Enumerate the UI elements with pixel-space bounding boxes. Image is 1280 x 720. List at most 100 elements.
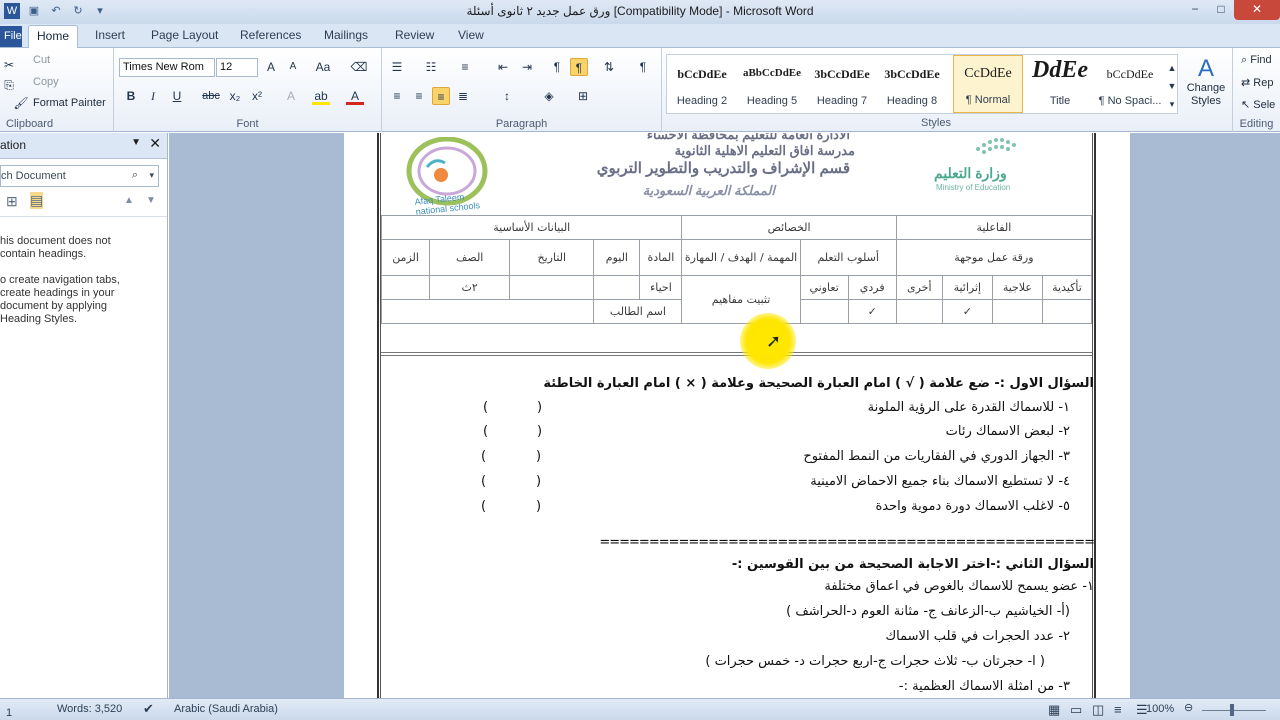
decrease-indent-icon[interactable]: ⇤ (494, 58, 512, 76)
style-heading-2[interactable]: bCcDdEe Heading 2 (667, 55, 737, 113)
page-thumbnails-icon[interactable]: ⊞ (6, 193, 18, 210)
tab-home[interactable]: Home (28, 25, 79, 49)
style-name: Heading 2 (676, 95, 728, 107)
font-color-icon[interactable]: A (346, 87, 364, 105)
text-effects-icon[interactable]: A (282, 87, 300, 105)
search-icon[interactable]: ⌕ (132, 169, 138, 182)
grow-font-icon[interactable]: A (262, 58, 280, 76)
replace-button[interactable]: ⇄ Rep (1241, 76, 1273, 89)
tab-references[interactable]: References (240, 28, 301, 42)
tab-file[interactable]: File (0, 26, 22, 47)
rtl-icon[interactable]: ¶ (570, 58, 588, 76)
style-normal[interactable]: CcDdEe ¶ Normal (953, 55, 1023, 113)
section-divider-2 (381, 355, 1092, 356)
tab-view[interactable]: View (458, 28, 484, 42)
cell-date-value (509, 275, 595, 300)
q1-paren-close-3: ) (481, 449, 487, 464)
line-spacing-icon[interactable]: ↕ (498, 87, 516, 105)
style-title[interactable]: DdEe Title (1025, 55, 1095, 113)
ltr-icon[interactable]: ¶ (548, 58, 566, 76)
underline-icon[interactable]: U (168, 87, 186, 105)
style-name: ¶ Normal (965, 94, 1011, 106)
print-layout-icon[interactable]: ▦ (1048, 702, 1060, 718)
font-name-select[interactable]: Times New Rom (119, 58, 215, 77)
search-results-icon[interactable]: ▤ (30, 192, 44, 209)
clear-format-icon[interactable]: ⌫ (350, 58, 368, 76)
shading-icon[interactable]: ◈ (540, 87, 558, 105)
zoom-slider[interactable] (1202, 710, 1266, 711)
align-right-icon[interactable]: ≡ (432, 87, 450, 105)
style-name: Heading 5 (746, 95, 798, 107)
cell-grade: الصف (429, 239, 511, 276)
style-name: Heading 7 (816, 95, 868, 107)
tab-insert[interactable]: Insert (95, 28, 125, 42)
zoom-out-icon[interactable]: ⊖ (1184, 701, 1193, 714)
full-screen-icon[interactable]: ▭ (1070, 702, 1082, 718)
document-page[interactable]: Afaq Taleem national schools الادارة الع… (344, 133, 1130, 698)
style-no-spacing[interactable]: bCcDdEe ¶ No Spaci... (1095, 55, 1165, 113)
styles-more-icon[interactable]: ▾ (1163, 95, 1181, 113)
close-pane-icon[interactable]: ✕ (149, 135, 161, 152)
styles-scroll-up-icon[interactable]: ▲ (1163, 59, 1181, 77)
copy-button[interactable]: Copy (33, 76, 59, 88)
minimize-button[interactable]: − (1182, 0, 1208, 20)
strikethrough-icon[interactable]: abc (202, 87, 220, 105)
cut-button[interactable]: Cut (33, 54, 50, 66)
q1-paren-open-4: ( (536, 474, 542, 489)
format-painter-button[interactable]: Format Painter (33, 97, 106, 109)
zoom-slider-handle[interactable] (1230, 704, 1234, 716)
previous-result-icon[interactable]: ▲ (124, 195, 134, 206)
styles-scroll-down-icon[interactable]: ▼ (1163, 77, 1181, 95)
style-heading-5[interactable]: aBbCcDdEe Heading 5 (737, 55, 807, 113)
justify-icon[interactable]: ≣ (454, 87, 472, 105)
zoom-level[interactable]: 100% (1146, 703, 1174, 715)
cell-check-confirm (1041, 299, 1093, 324)
sort-icon[interactable]: ⇅ (600, 58, 618, 76)
proofing-icon[interactable]: ✔ (143, 701, 154, 717)
copy-icon: ⎘ (4, 78, 14, 92)
bullets-icon[interactable]: ☰ (388, 58, 406, 76)
maximize-button[interactable]: □ (1208, 0, 1234, 20)
change-case-icon[interactable]: Aa (314, 58, 332, 76)
select-label: Sele (1253, 99, 1276, 111)
next-result-icon[interactable]: ▼ (146, 195, 156, 206)
q1-item-3: ٣- الجهاز الدوري في الفقاريات من النمط ا… (803, 449, 1070, 464)
show-marks-icon[interactable]: ¶ (634, 58, 652, 76)
italic-icon[interactable]: I (144, 87, 162, 105)
style-preview: bCcDdEe (1106, 67, 1154, 81)
window-title: ورق عمل جديد ٢ ثانوى أسئلة [Compatibilit… (466, 4, 814, 18)
word-count[interactable]: Words: 3,520 (57, 703, 122, 715)
tab-page-layout[interactable]: Page Layout (151, 28, 218, 42)
outline-icon[interactable]: ≡ (1114, 702, 1122, 717)
search-dropdown-icon[interactable]: ▾ (149, 170, 154, 181)
highlight-icon[interactable]: ab (312, 87, 330, 105)
style-name: Heading 8 (886, 95, 938, 107)
search-document-input[interactable]: ch Document ⌕ ▾ (0, 165, 159, 187)
tab-review[interactable]: Review (395, 28, 434, 42)
select-button[interactable]: ↖ Sele (1241, 98, 1275, 111)
superscript-icon[interactable]: x² (248, 87, 266, 105)
pane-options-icon[interactable]: ▼ (131, 137, 141, 148)
select-icon: ↖ (1241, 99, 1254, 111)
tab-mailings[interactable]: Mailings (324, 28, 368, 42)
style-heading-7[interactable]: 3bCcDdEe Heading 7 (807, 55, 877, 113)
cell-task: المهمة / الهدف / المهارة (681, 239, 801, 276)
bold-icon[interactable]: B (122, 87, 140, 105)
align-left-icon[interactable]: ≡ (388, 87, 406, 105)
web-layout-icon[interactable]: ◫ (1092, 702, 1104, 718)
borders-icon[interactable]: ⊞ (574, 87, 592, 105)
q1-paren-open-3: ( (536, 449, 542, 464)
subscript-icon[interactable]: x₂ (226, 87, 244, 105)
style-heading-8[interactable]: 3bCcDdEe Heading 8 (877, 55, 947, 113)
language-indicator[interactable]: Arabic (Saudi Arabia) (174, 703, 278, 715)
change-styles-button[interactable]: A Change Styles (1184, 56, 1228, 108)
font-size-select[interactable]: 12 (216, 58, 258, 77)
shrink-font-icon[interactable]: A (284, 58, 302, 76)
find-button[interactable]: ⌕ Find (1241, 54, 1272, 67)
close-button[interactable]: ✕ (1234, 0, 1280, 20)
align-center-icon[interactable]: ≡ (410, 87, 428, 105)
q1-paren-close-1: ) (483, 400, 489, 415)
numbering-icon[interactable]: ☷ (422, 58, 440, 76)
multilevel-list-icon[interactable]: ≡ (456, 58, 474, 76)
increase-indent-icon[interactable]: ⇥ (518, 58, 536, 76)
